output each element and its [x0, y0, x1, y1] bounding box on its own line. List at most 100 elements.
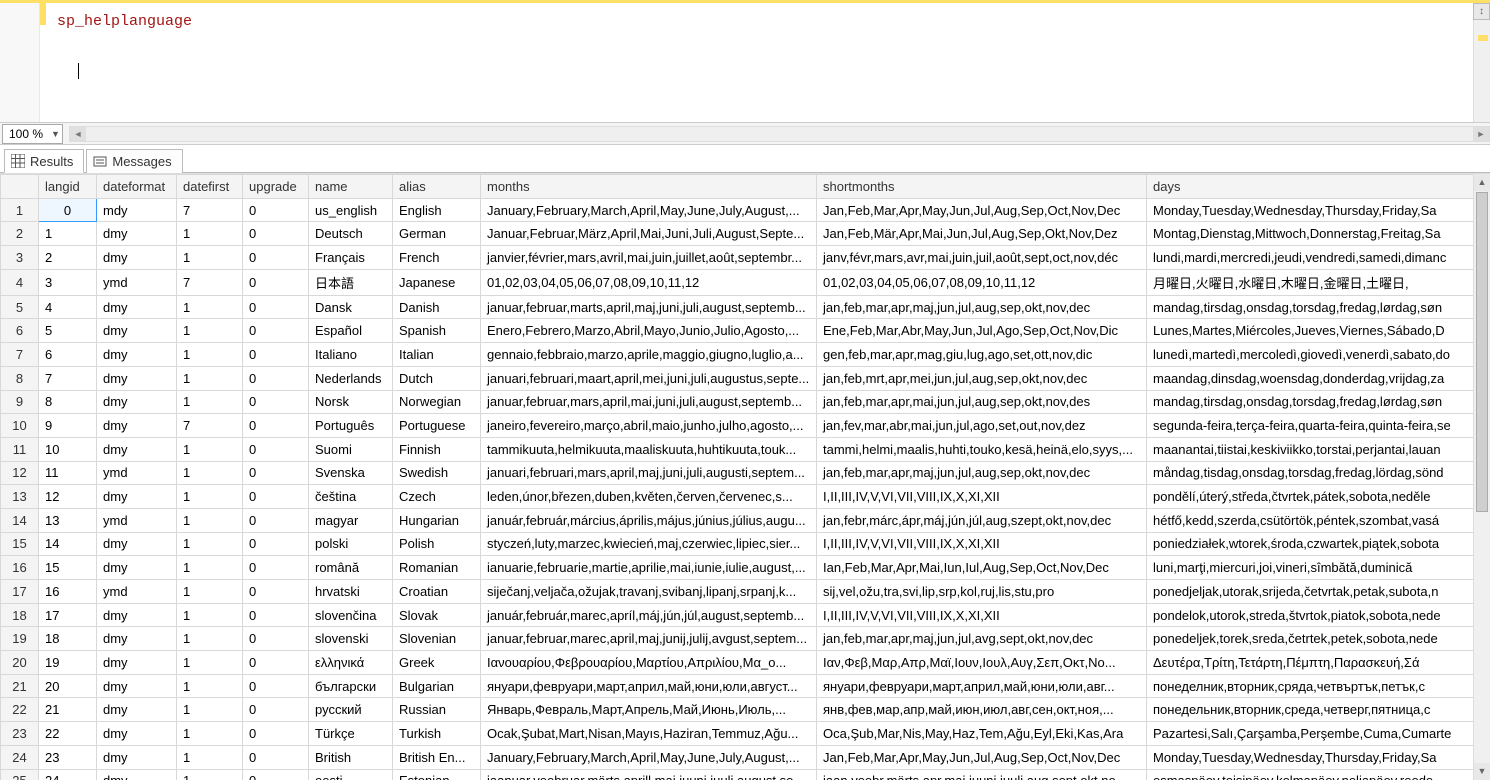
cell-langid[interactable]: 11: [39, 461, 97, 485]
cell-days[interactable]: ponedjeljak,utorak,srijeda,četvrtak,peta…: [1147, 580, 1474, 604]
cell-shortmonths[interactable]: I,II,III,IV,V,VI,VII,VIII,IX,X,XI,XII: [817, 603, 1147, 627]
cell-name[interactable]: us_english: [309, 198, 393, 222]
row-number[interactable]: 3: [1, 246, 39, 270]
cell-days[interactable]: luni,marţi,miercuri,joi,vineri,sîmbătă,d…: [1147, 556, 1474, 580]
table-row[interactable]: 2423dmy10BritishBritish En...January,Feb…: [1, 745, 1474, 769]
cell-months[interactable]: leden,únor,březen,duben,květen,červen,če…: [481, 485, 817, 509]
cell-alias[interactable]: Estonian: [393, 769, 481, 780]
cell-shortmonths[interactable]: jan,feb,mar,apr,maj,jun,jul,aug,sep,okt,…: [817, 461, 1147, 485]
cell-datefirst[interactable]: 1: [177, 366, 243, 390]
table-row[interactable]: 21dmy10DeutschGermanJanuar,Februar,März,…: [1, 222, 1474, 246]
cell-days[interactable]: lundi,mardi,mercredi,jeudi,vendredi,same…: [1147, 246, 1474, 270]
cell-dateformat[interactable]: dmy: [97, 745, 177, 769]
cell-months[interactable]: január,február,marec,apríl,máj,jún,júl,a…: [481, 603, 817, 627]
cell-alias[interactable]: Japanese: [393, 269, 481, 295]
cell-alias[interactable]: Finnish: [393, 437, 481, 461]
cell-days[interactable]: esmaspäev,teisipäev,kolmapäev,neljapäev,…: [1147, 769, 1474, 780]
row-number[interactable]: 17: [1, 580, 39, 604]
cell-shortmonths[interactable]: tammi,helmi,maalis,huhti,touko,kesä,hein…: [817, 437, 1147, 461]
cell-alias[interactable]: Croatian: [393, 580, 481, 604]
cell-alias[interactable]: British En...: [393, 745, 481, 769]
cell-dateformat[interactable]: dmy: [97, 246, 177, 270]
row-number[interactable]: 2: [1, 222, 39, 246]
cell-upgrade[interactable]: 0: [243, 343, 309, 367]
cell-shortmonths[interactable]: gen,feb,mar,apr,mag,giu,lug,ago,set,ott,…: [817, 343, 1147, 367]
cell-alias[interactable]: Hungarian: [393, 508, 481, 532]
table-row[interactable]: 1110dmy10SuomiFinnishtammikuuta,helmikuu…: [1, 437, 1474, 461]
cell-shortmonths[interactable]: I,II,III,IV,V,VI,VII,VIII,IX,X,XI,XII: [817, 485, 1147, 509]
cell-datefirst[interactable]: 1: [177, 627, 243, 651]
results-grid[interactable]: langid dateformat datefirst upgrade name…: [0, 174, 1473, 780]
cell-months[interactable]: styczeń,luty,marzec,kwiecień,maj,czerwie…: [481, 532, 817, 556]
cell-days[interactable]: hétfő,kedd,szerda,csütörtök,péntek,szomb…: [1147, 508, 1474, 532]
cell-days[interactable]: понеделник,вторник,сряда,четвъртък,петък…: [1147, 674, 1474, 698]
cell-shortmonths[interactable]: jan,feb,mar,apr,mai,jun,jul,aug,sep,okt,…: [817, 390, 1147, 414]
cell-langid[interactable]: 1: [39, 222, 97, 246]
cell-upgrade[interactable]: 0: [243, 269, 309, 295]
cell-dateformat[interactable]: mdy: [97, 198, 177, 222]
table-row[interactable]: 109dmy70PortuguêsPortuguesejaneiro,fever…: [1, 414, 1474, 438]
table-row[interactable]: 1211ymd10SvenskaSwedishjanuari,februari,…: [1, 461, 1474, 485]
cell-langid[interactable]: 24: [39, 769, 97, 780]
cell-langid[interactable]: 7: [39, 366, 97, 390]
cell-langid[interactable]: 21: [39, 698, 97, 722]
row-number[interactable]: 23: [1, 722, 39, 746]
cell-months[interactable]: januari,februari,mars,april,maj,juni,jul…: [481, 461, 817, 485]
cell-months[interactable]: január,február,március,április,május,jún…: [481, 508, 817, 532]
cell-langid[interactable]: 0: [39, 198, 97, 222]
cell-datefirst[interactable]: 1: [177, 651, 243, 675]
cell-name[interactable]: čeština: [309, 485, 393, 509]
row-number[interactable]: 21: [1, 674, 39, 698]
row-number[interactable]: 20: [1, 651, 39, 675]
row-number[interactable]: 12: [1, 461, 39, 485]
cell-alias[interactable]: Spanish: [393, 319, 481, 343]
editor-line-1[interactable]: sp_helplanguage: [57, 13, 192, 30]
cell-dateformat[interactable]: dmy: [97, 603, 177, 627]
row-number[interactable]: 18: [1, 603, 39, 627]
cell-upgrade[interactable]: 0: [243, 580, 309, 604]
cell-months[interactable]: January,February,March,April,May,June,Ju…: [481, 745, 817, 769]
cell-days[interactable]: poniedziałek,wtorek,środa,czwartek,piąte…: [1147, 532, 1474, 556]
cell-alias[interactable]: Czech: [393, 485, 481, 509]
table-row[interactable]: 54dmy10DanskDanishjanuar,februar,marts,a…: [1, 295, 1474, 319]
cell-alias[interactable]: Norwegian: [393, 390, 481, 414]
cell-shortmonths[interactable]: Ian,Feb,Mar,Apr,Mai,Iun,Iul,Aug,Sep,Oct,…: [817, 556, 1147, 580]
cell-months[interactable]: siječanj,veljača,ožujak,travanj,svibanj,…: [481, 580, 817, 604]
cell-months[interactable]: Январь,Февраль,Март,Апрель,Май,Июнь,Июль…: [481, 698, 817, 722]
cell-alias[interactable]: Danish: [393, 295, 481, 319]
cell-days[interactable]: Montag,Dienstag,Mittwoch,Donnerstag,Frei…: [1147, 222, 1474, 246]
cell-shortmonths[interactable]: януари,февруари,март,април,май,юни,юли,а…: [817, 674, 1147, 698]
cell-shortmonths[interactable]: jan,feb,mrt,apr,mei,jun,jul,aug,sep,okt,…: [817, 366, 1147, 390]
cell-months[interactable]: januari,februari,maart,april,mei,juni,ju…: [481, 366, 817, 390]
table-row[interactable]: 2221dmy10русскийRussianЯнварь,Февраль,Ма…: [1, 698, 1474, 722]
grid-corner[interactable]: [1, 175, 39, 199]
cell-name[interactable]: Türkçe: [309, 722, 393, 746]
cell-dateformat[interactable]: dmy: [97, 556, 177, 580]
cell-langid[interactable]: 12: [39, 485, 97, 509]
cell-alias[interactable]: Slovenian: [393, 627, 481, 651]
row-number[interactable]: 6: [1, 319, 39, 343]
cell-langid[interactable]: 15: [39, 556, 97, 580]
cell-name[interactable]: Português: [309, 414, 393, 438]
cell-alias[interactable]: Polish: [393, 532, 481, 556]
cell-shortmonths[interactable]: Oca,Şub,Mar,Nis,May,Haz,Tem,Ağu,Eyl,Eki,…: [817, 722, 1147, 746]
cell-upgrade[interactable]: 0: [243, 508, 309, 532]
cell-days[interactable]: segunda-feira,terça-feira,quarta-feira,q…: [1147, 414, 1474, 438]
table-row[interactable]: 32dmy10FrançaisFrenchjanvier,février,mar…: [1, 246, 1474, 270]
scrollbar-thumb[interactable]: [1476, 192, 1488, 512]
cell-langid[interactable]: 10: [39, 437, 97, 461]
cell-dateformat[interactable]: dmy: [97, 627, 177, 651]
cell-name[interactable]: български: [309, 674, 393, 698]
cell-days[interactable]: 月曜日,火曜日,水曜日,木曜日,金曜日,土曜日,: [1147, 269, 1474, 295]
cell-upgrade[interactable]: 0: [243, 366, 309, 390]
col-langid[interactable]: langid: [39, 175, 97, 199]
cell-name[interactable]: Svenska: [309, 461, 393, 485]
cell-shortmonths[interactable]: jaan,veebr,märts,apr,mai,juuni,juuli,aug…: [817, 769, 1147, 780]
cell-name[interactable]: eesti: [309, 769, 393, 780]
cell-name[interactable]: română: [309, 556, 393, 580]
cell-days[interactable]: måndag,tisdag,onsdag,torsdag,fredag,lörd…: [1147, 461, 1474, 485]
cell-shortmonths[interactable]: 01,02,03,04,05,06,07,08,09,10,11,12: [817, 269, 1147, 295]
cell-langid[interactable]: 6: [39, 343, 97, 367]
cell-alias[interactable]: Dutch: [393, 366, 481, 390]
cell-upgrade[interactable]: 0: [243, 674, 309, 698]
